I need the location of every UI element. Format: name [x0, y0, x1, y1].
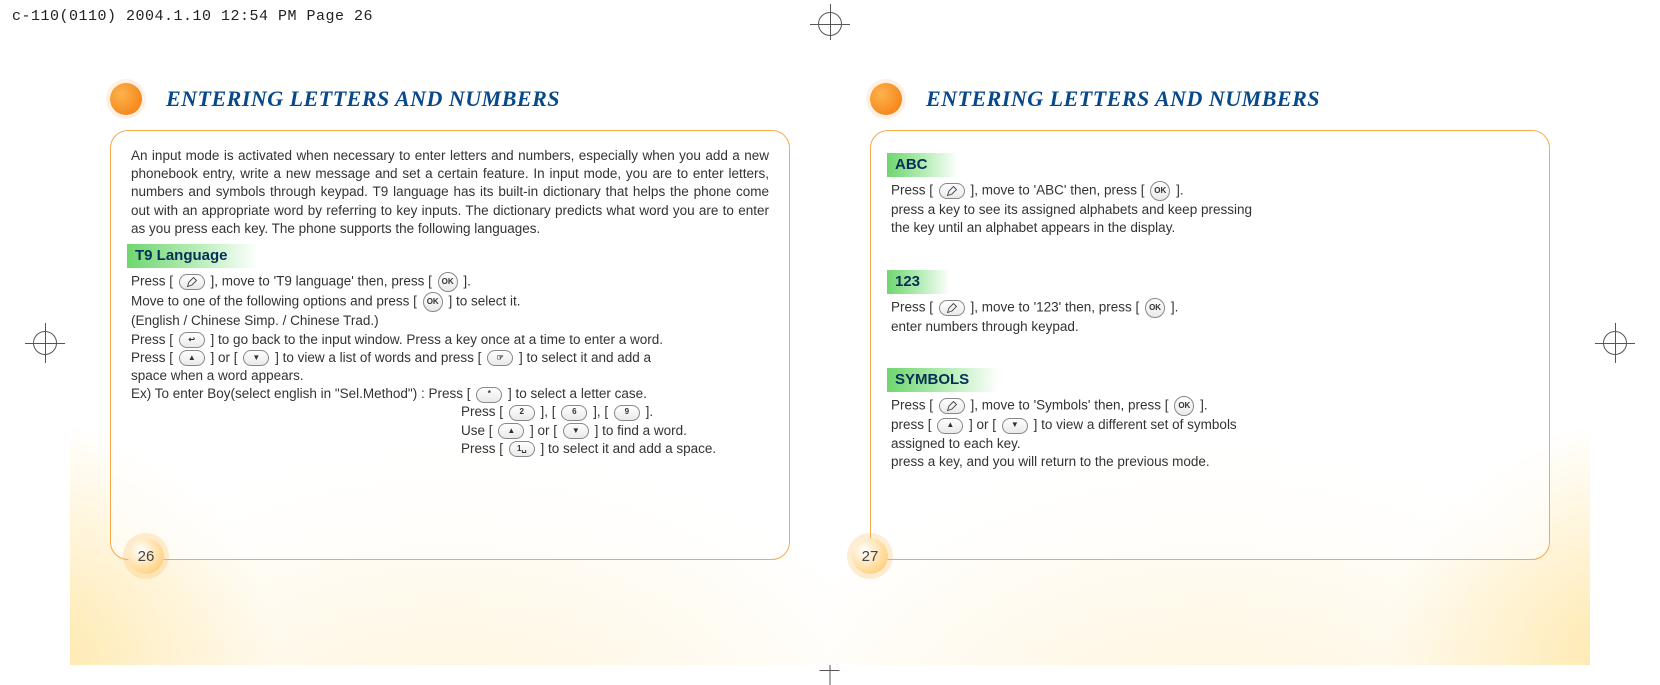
t9-line-5: Press [ ▲ ] or [ ▼ ] to view a list of w… — [131, 349, 769, 367]
sym-line-1: Press [ ], move to 'Symbols' then, press… — [891, 396, 1529, 416]
n123-line-2: enter numbers through keypad. — [891, 318, 1529, 336]
key-1-space-icon: 1␣ — [509, 441, 535, 457]
up-arrow-icon: ▲ — [498, 423, 524, 439]
heading-bullet-icon — [870, 83, 902, 115]
ok-icon: OK — [1150, 181, 1170, 201]
page-left: ENTERING LETTERS AND NUMBERS An input mo… — [70, 40, 830, 665]
subhead-t9: T9 Language — [127, 244, 258, 268]
content-panel-left: An input mode is activated when necessar… — [110, 130, 790, 560]
abc-line-1: Press [ ], move to 'ABC' then, press [ O… — [891, 181, 1529, 201]
pencil-icon — [939, 300, 965, 316]
subhead-abc: ABC — [887, 153, 958, 177]
page-title-left: ENTERING LETTERS AND NUMBERS — [152, 80, 600, 118]
star-key-icon: * — [476, 387, 502, 403]
abc-line-2: press a key to see its assigned alphabet… — [891, 201, 1529, 219]
crop-mark-left — [25, 323, 65, 363]
key-9-icon: 9 — [614, 405, 640, 421]
pencil-icon — [179, 274, 205, 290]
t9-line-6: space when a word appears. — [131, 367, 769, 385]
content-panel-right: ABC Press [ ], move to 'ABC' then, press… — [870, 130, 1550, 560]
up-arrow-icon: ▲ — [179, 350, 205, 366]
page-right: ENTERING LETTERS AND NUMBERS ABC Press [… — [830, 40, 1590, 665]
intro-paragraph: An input mode is activated when necessar… — [131, 147, 769, 238]
sym-line-2: press [ ▲ ] or [ ▼ ] to view a different… — [891, 416, 1529, 434]
up-arrow-icon: ▲ — [937, 418, 963, 434]
page-number-right: 27 — [852, 538, 888, 574]
t9-line-1: Press [ ], move to 'T9 language' then, p… — [131, 272, 769, 292]
t9-example-2: Press [ 2 ], [ 6 ], [ 9 ]. — [461, 403, 769, 421]
heading-bullet-icon — [110, 83, 142, 115]
sym-line-4: press a key, and you will return to the … — [891, 453, 1529, 471]
t9-line-3: (English / Chinese Simp. / Chinese Trad.… — [131, 312, 769, 330]
subhead-123: 123 — [887, 270, 950, 294]
ok-icon: OK — [1174, 396, 1194, 416]
subhead-symbols: SYMBOLS — [887, 368, 999, 392]
abc-line-3: the key until an alphabet appears in the… — [891, 219, 1529, 237]
page-spread: ENTERING LETTERS AND NUMBERS An input mo… — [70, 40, 1590, 665]
ok-icon: OK — [1145, 298, 1165, 318]
sym-line-3: assigned to each key. — [891, 435, 1529, 453]
crop-mark-top — [810, 4, 850, 44]
t9-line-4: Press [ ↩ ] to go back to the input wind… — [131, 331, 769, 349]
down-arrow-icon: ▼ — [1002, 418, 1028, 434]
n123-line-1: Press [ ], move to '123' then, press [ O… — [891, 298, 1529, 318]
hand-icon: ☞ — [487, 350, 513, 366]
page-title-right: ENTERING LETTERS AND NUMBERS — [912, 80, 1360, 118]
page-number-left: 26 — [128, 538, 164, 574]
back-icon: ↩ — [179, 332, 205, 348]
print-header: c-110(0110) 2004.1.10 12:54 PM Page 26 — [12, 8, 373, 25]
crop-mark-right — [1595, 323, 1635, 363]
key-6-icon: 6 — [561, 405, 587, 421]
t9-line-2: Move to one of the following options and… — [131, 292, 769, 312]
pencil-icon — [939, 183, 965, 199]
ok-icon: OK — [423, 292, 443, 312]
down-arrow-icon: ▼ — [243, 350, 269, 366]
heading-row-right: ENTERING LETTERS AND NUMBERS — [870, 80, 1550, 118]
pencil-icon — [939, 398, 965, 414]
down-arrow-icon: ▼ — [563, 423, 589, 439]
ok-icon: OK — [438, 272, 458, 292]
key-2-icon: 2 — [509, 405, 535, 421]
heading-row-left: ENTERING LETTERS AND NUMBERS — [110, 80, 790, 118]
t9-example-3: Use [ ▲ ] or [ ▼ ] to find a word. — [461, 422, 769, 440]
t9-example-1: Ex) To enter Boy(select english in "Sel.… — [131, 385, 769, 403]
t9-example-4: Press [ 1␣ ] to select it and add a spac… — [461, 440, 769, 458]
